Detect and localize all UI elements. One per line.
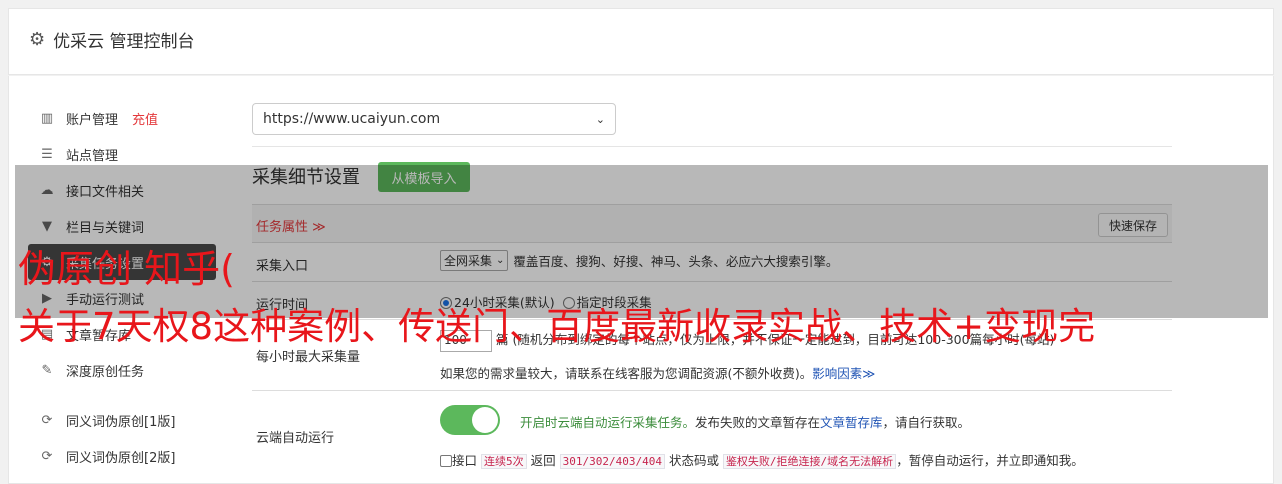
- sidebar-item-synonym-v2[interactable]: ⟳ 同义词伪原创[2版]: [28, 438, 228, 474]
- refresh-icon: ⟳: [41, 448, 53, 464]
- dim-overlay: [15, 165, 1268, 318]
- article-store-link[interactable]: 文章暂存库: [820, 415, 883, 430]
- header-bar: ⚙ 优采云 管理控制台: [8, 8, 1274, 75]
- site-select[interactable]: https://www.ucaiyun.com ⌄: [252, 103, 616, 135]
- recharge-link[interactable]: 充值: [132, 109, 158, 128]
- maxrate-note: 如果您的需求量较大，请联系在线客服为您调配资源(不额外收费)。: [440, 366, 813, 381]
- cloud-toggle[interactable]: [440, 405, 500, 435]
- refresh-icon: ⟳: [41, 412, 53, 428]
- pause-checkbox[interactable]: [440, 455, 452, 467]
- divider: [252, 146, 1172, 147]
- cloud-on-text: 开启时云端自动运行采集任务。: [520, 415, 696, 430]
- page-title: ⚙ 优采云 管理控制台: [29, 27, 195, 52]
- gear-icon: ⚙: [29, 29, 46, 50]
- factors-link[interactable]: 影响因素≫: [812, 366, 875, 381]
- cloud-label: 云端自动运行: [256, 431, 335, 446]
- cloud-row: 云端自动运行 开启时云端自动运行采集任务。发布失败的文章暂存在文章暂存库，请自行…: [252, 390, 1172, 480]
- page-title-text: 优采云 管理控制台: [53, 32, 195, 52]
- chevron-down-icon: ⌄: [595, 112, 605, 126]
- sidebar-item-synonym-v1[interactable]: ⟳ 同义词伪原创[1版]: [28, 402, 228, 438]
- watermark-line-1: 伪原创 知乎(: [18, 247, 235, 291]
- sidebar-item-deep-original[interactable]: ✎ 深度原创任务: [28, 352, 228, 388]
- site-select-value: https://www.ucaiyun.com: [263, 111, 441, 127]
- bar-chart-icon: ▥: [40, 110, 54, 126]
- watermark-line-2: 关于7天权8这种案例、传送门、百度最新收录实战、技术+变现完: [18, 305, 1096, 348]
- sidebar-item-account[interactable]: ▥ 账户管理 充值: [28, 100, 228, 136]
- server-icon: ☰: [41, 146, 53, 162]
- maxrate-label: 每小时最大采集量: [256, 350, 361, 365]
- edit-icon: ✎: [41, 362, 53, 378]
